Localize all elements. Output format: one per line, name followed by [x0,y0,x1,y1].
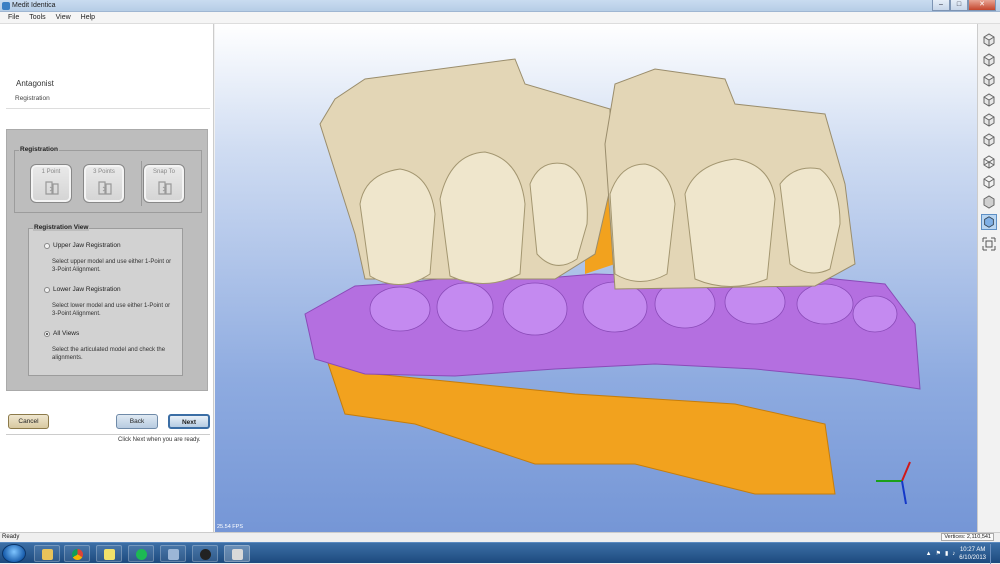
3d-viewport[interactable]: 25.54 FPS [215,24,977,532]
registration-view-legend: Registration View [33,224,90,231]
page-title: Antagonist [16,79,54,88]
window-title: Medit Identica [12,2,56,9]
three-points-label: 3 Points [93,169,115,175]
wizard-panel: Antagonist Registration Registration 1 P… [0,24,214,532]
divider [6,108,210,109]
system-tray: ▲ ⚑ ▮ ♪ 10:27 AM 6/10/2013 [926,543,998,564]
flag-icon[interactable]: ⚑ [936,550,941,557]
tooth [684,158,776,287]
start-button[interactable] [2,544,26,563]
title-bar: Medit Identica – □ ✕ [0,0,1000,12]
tray-arrow-icon[interactable]: ▲ [926,551,932,557]
taskbar: ▲ ⚑ ▮ ♪ 10:27 AM 6/10/2013 [0,542,1000,564]
identica-icon [232,549,243,560]
tooth [359,168,436,285]
view-cube-icon[interactable] [981,72,997,88]
registration-group: Registration 1 Point 3 Points Snap To [14,146,202,213]
maximize-button[interactable]: □ [950,0,968,11]
snap-icon [158,181,172,195]
app-icon [168,549,179,560]
upper-jaw-radio[interactable]: Upper Jaw Registration [44,242,121,249]
view-cube-icon[interactable] [981,32,997,48]
align-icon [45,181,59,195]
volume-icon[interactable]: ♪ [952,551,955,557]
lower-jaw-description: Select lower model and use either 1-Poin… [52,303,171,317]
registration-view-group: Registration View Upper Jaw Registration… [28,224,183,376]
minimize-button[interactable]: – [932,0,950,11]
menu-view[interactable]: View [56,14,71,21]
tooth [529,162,588,266]
network-icon[interactable]: ▮ [945,550,948,557]
fit-view-icon[interactable] [981,236,997,252]
spotify-icon [136,549,147,560]
wireframe-icon[interactable] [981,154,997,170]
one-point-label: 1 Point [41,169,61,175]
status-text: Ready [2,534,20,540]
all-views-label: All Views [53,330,80,337]
registration-panel: Registration 1 Point 3 Points Snap To Re… [6,129,208,391]
hint-text: Click Next when you are ready. [118,437,201,443]
clock-time: 10:27 AM [959,546,986,553]
shaded-cube-icon[interactable] [981,194,997,210]
app-icon [2,2,10,10]
three-points-button[interactable]: 3 Points [83,164,125,203]
back-button[interactable]: Back [116,414,158,429]
view-cube-icon[interactable] [981,92,997,108]
lower-jaw-radio[interactable]: Lower Jaw Registration [44,286,121,293]
solid-cube-icon[interactable] [981,214,997,230]
fps-readout: 25.54 FPS [217,524,243,530]
menu-tools[interactable]: Tools [29,14,45,21]
snap-to-label: Snap To [153,169,175,175]
registration-legend: Registration [19,146,59,153]
status-bar: Ready Vertices: 2,110,541 [0,532,1000,542]
tooth [439,151,526,285]
app-icon [200,549,211,560]
dental-model [304,58,921,495]
chrome-taskbar-item[interactable] [64,545,90,562]
app-taskbar-item[interactable] [160,545,186,562]
one-point-button[interactable]: 1 Point [30,164,72,203]
snap-to-button[interactable]: Snap To [143,164,185,203]
identica-taskbar-item[interactable] [224,545,250,562]
next-button[interactable]: Next [168,414,210,429]
explorer-taskbar-item[interactable] [34,545,60,562]
radio-button-selected[interactable] [44,330,50,337]
page-subtitle: Registration [15,95,50,102]
menu-file[interactable]: File [8,14,19,21]
radio-button[interactable] [44,242,50,249]
folder-icon [42,549,53,560]
menu-help[interactable]: Help [81,14,95,21]
cancel-button[interactable]: Cancel [8,414,49,429]
clock[interactable]: 10:27 AM 6/10/2013 [959,546,986,562]
vertex-count: Vertices: 2,110,541 [941,533,994,541]
align-icon [98,181,112,195]
close-button[interactable]: ✕ [968,0,996,11]
all-views-description: Select the articulated model and check t… [52,347,166,361]
menu-bar: File Tools View Help [0,12,1000,24]
show-desktop-button[interactable] [990,543,998,564]
divider [6,434,210,435]
view-cube-icon[interactable] [981,112,997,128]
spotify-taskbar-item[interactable] [128,545,154,562]
upper-jaw-label: Upper Jaw Registration [53,242,121,249]
upper-jaw-description: Select upper model and use either 1-Poin… [52,259,172,273]
radio-button[interactable] [44,286,50,293]
tooth [779,167,841,274]
clock-date: 6/10/2013 [959,554,986,561]
lower-jaw-label: Lower Jaw Registration [53,286,121,293]
view-cube-icon[interactable] [981,52,997,68]
view-cube-icon[interactable] [981,132,997,148]
axis-gizmo [876,461,911,505]
view-toolbar [977,24,1000,532]
group-divider [141,161,142,206]
chrome-icon [72,549,83,560]
sticky-notes-icon [104,549,115,560]
tooth [609,163,676,282]
app-taskbar-item[interactable] [192,545,218,562]
wireframe-icon[interactable] [981,174,997,190]
all-views-radio[interactable]: All Views [44,330,79,337]
notes-taskbar-item[interactable] [96,545,122,562]
